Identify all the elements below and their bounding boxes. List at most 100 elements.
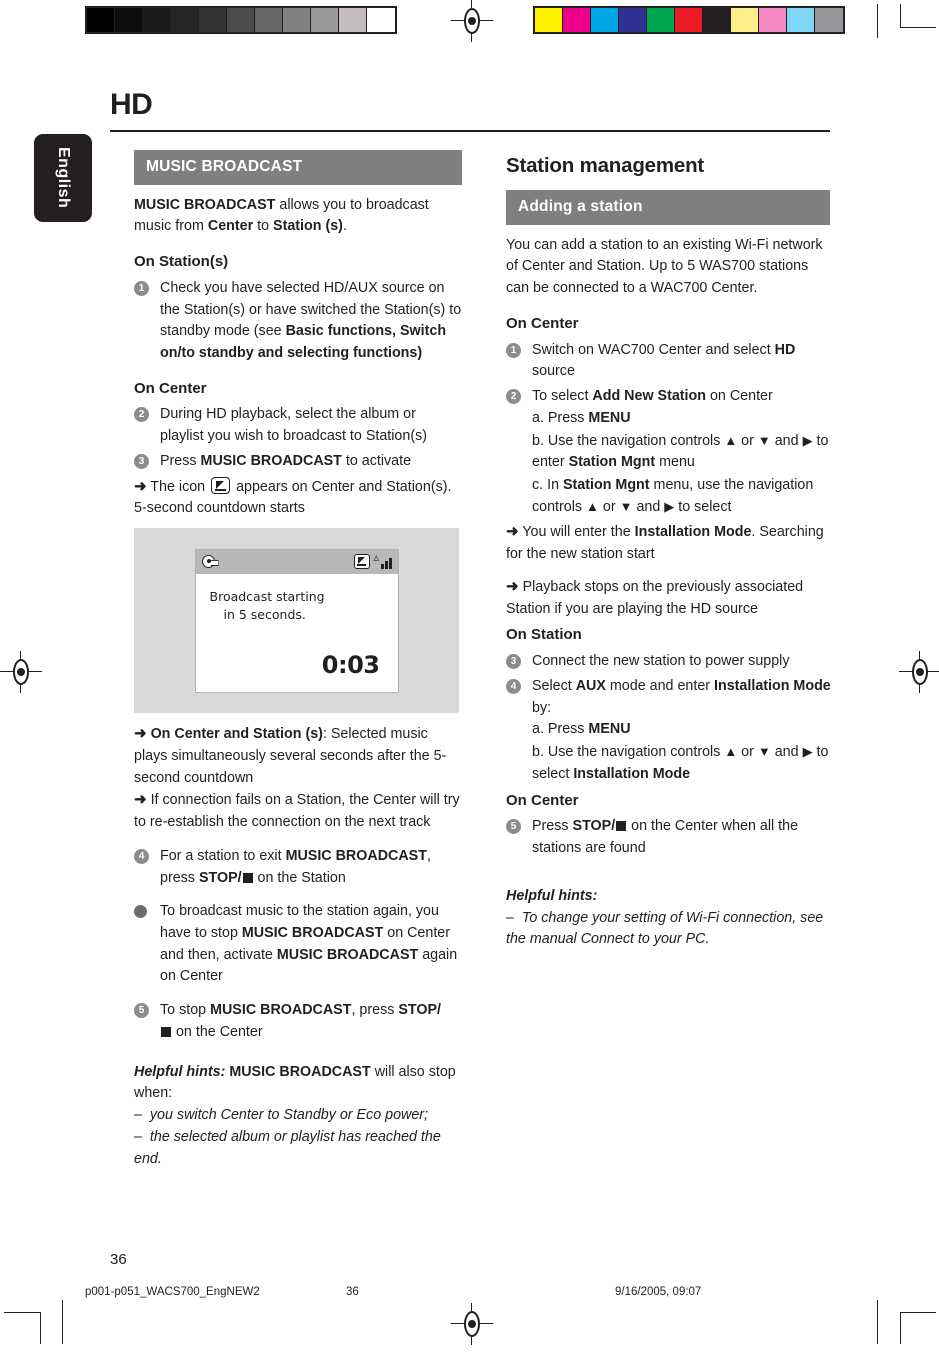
r-step2c-or: or <box>598 498 620 515</box>
result-center-and-station: ➜ On Center and Station (s): Selected mu… <box>134 723 462 789</box>
footer-page-number: 36 <box>346 1286 359 1298</box>
gray-swatch-0 <box>87 8 115 32</box>
step5-post: on the Center <box>172 1023 263 1040</box>
r-step4b-and: and <box>770 744 803 761</box>
adding-station-intro: You can add a station to an existing Wi-… <box>506 236 823 297</box>
color-swatch-9 <box>787 8 815 32</box>
r-step4-pre: Select <box>532 677 576 694</box>
color-swatch-4 <box>647 8 675 32</box>
r-step2c-label: c. In <box>532 476 563 493</box>
intro-to: to <box>253 218 274 235</box>
r-step2a-label: a. Press <box>532 409 589 426</box>
crop-mark <box>900 27 936 28</box>
hints-label: Helpful hints: <box>134 1063 226 1080</box>
subhead-on-stations: On Station(s) <box>134 252 229 270</box>
list-item: 4 Select AUX mode and enter Installation… <box>506 676 834 786</box>
step-number-badge: 4 <box>134 848 149 864</box>
gray-swatch-3 <box>171 8 199 32</box>
color-swatch-10 <box>815 8 843 32</box>
broadcast-icon <box>211 476 231 494</box>
substep-a: a. Press MENU <box>532 408 834 430</box>
r-result2-text: Playback stops on the previously associa… <box>506 578 804 617</box>
step4-bold: MUSIC BROADCAST <box>285 847 427 864</box>
color-swatch-6 <box>703 8 731 32</box>
step-number-badge: 2 <box>506 389 521 405</box>
step-number-badge: 3 <box>134 453 149 469</box>
result1-bold: On Center and Station (s) <box>150 726 323 743</box>
gray-swatch-5 <box>227 8 255 32</box>
bullet-dot-icon <box>134 905 147 919</box>
nav-right-icon: ▶ <box>802 432 813 448</box>
r-step4-bold2: Installation Mode <box>714 677 831 694</box>
arrow-right-icon: ➜ <box>134 791 147 809</box>
stop-square-icon <box>161 1026 171 1037</box>
music-broadcast-intro: MUSIC BROADCAST allows you to broadcast … <box>134 195 462 238</box>
r-step2b-and: and <box>770 432 803 449</box>
r-result1-bold: Installation Mode <box>634 524 752 541</box>
step4-post: on the Station <box>253 869 346 886</box>
language-tab-label: English <box>55 147 72 209</box>
gray-swatch-4 <box>199 8 227 32</box>
lcd-screen: ▵ Broadcast starting in 5 seconds. 0:03 <box>194 548 399 693</box>
list-item: 5 Press STOP/ on the Center when all the… <box>506 816 834 859</box>
bullet-bold1: MUSIC BROADCAST <box>241 925 384 942</box>
crop-mark <box>900 4 901 28</box>
step-number-badge: 5 <box>506 819 521 835</box>
r-step2b-menu: menu <box>655 454 695 471</box>
r-step1-post: source <box>532 363 575 380</box>
nav-down-icon: ▼ <box>757 432 771 448</box>
r-step4-mid: mode and enter <box>605 677 714 694</box>
lcd-status-right-icons: ▵ <box>353 552 392 570</box>
r-step2b-label: b. Use the navigation controls <box>532 432 725 449</box>
step-number-badge: 1 <box>506 342 521 358</box>
r-step2-bold: Add New Station <box>592 388 706 405</box>
stop-square-icon <box>242 872 253 883</box>
nav-up-icon: ▲ <box>724 432 738 448</box>
nav-up-icon: ▲ <box>724 744 738 760</box>
subhead-on-center-2: On Center <box>506 791 579 809</box>
crop-mark <box>877 1300 878 1344</box>
r-step3-text: Connect the new station to power supply <box>532 653 790 670</box>
list-item: 4 For a station to exit MUSIC BROADCAST,… <box>134 846 462 889</box>
r-result-installation-mode: ➜ You will enter the Installation Mode. … <box>506 521 834 566</box>
color-swatch-1 <box>563 8 591 32</box>
step2-text: During HD playback, select the album or … <box>160 406 427 445</box>
helpful-hints-right-label: Helpful hints: <box>506 887 598 904</box>
subhead-on-center: On Center <box>134 379 207 397</box>
crop-mark <box>877 4 878 38</box>
hints-item2-text: the selected album or playlist has reach… <box>134 1128 441 1167</box>
signal-strength-icon: ▵ <box>374 552 392 570</box>
lcd-message-line2: in 5 seconds. <box>223 606 306 622</box>
helpful-hints-left: Helpful hints: MUSIC BROADCAST will also… <box>134 1062 462 1105</box>
r-step4a-bold: MENU <box>588 721 631 738</box>
list-item: To broadcast music to the station again,… <box>134 901 462 988</box>
r-step4b-or: or <box>737 744 758 761</box>
r-result1-pre: You will enter the <box>522 524 635 541</box>
lcd-countdown-timer: 0:03 <box>321 651 380 680</box>
intro-station: Station (s) <box>273 218 343 235</box>
r-hints-item1-text: To change your setting of Wi-Fi connecti… <box>506 909 824 948</box>
r-step4-post: by: <box>532 699 552 716</box>
r-step1-bold: HD <box>774 341 796 358</box>
gray-swatch-6 <box>255 8 283 32</box>
step-number-badge: 3 <box>506 654 521 670</box>
r-step2b-or: or <box>737 432 758 449</box>
r-step5-pre: Press <box>532 818 573 835</box>
registration-mark-bottom-icon <box>451 1303 493 1345</box>
r-step2-post: on Center <box>706 388 773 405</box>
crop-mark <box>62 1300 63 1344</box>
section-heading-station-management: Station management <box>506 154 705 177</box>
subhead-on-center-1: On Center <box>506 314 579 332</box>
substep-b: b. Use the navigation controls ▲ or ▼ an… <box>532 431 834 474</box>
list-item: 1 Check you have selected HD/AUX source … <box>134 278 462 365</box>
substep-b: b. Use the navigation controls ▲ or ▼ an… <box>532 742 834 785</box>
step-number-badge: 2 <box>134 407 149 423</box>
left-column: MUSIC BROADCAST MUSIC BROADCAST allows y… <box>134 150 462 1170</box>
color-swatch-7 <box>731 8 759 32</box>
list-item: 1 Switch on WAC700 Center and select HD … <box>506 340 834 383</box>
intro-lead: MUSIC BROADCAST <box>134 196 276 213</box>
result-connection-fail: ➜ If connection fails on a Station, the … <box>134 789 462 834</box>
arrow-right-icon: ➜ <box>134 725 147 743</box>
step5-mid: , press <box>351 1002 399 1019</box>
step-number-badge: 5 <box>134 1003 149 1019</box>
